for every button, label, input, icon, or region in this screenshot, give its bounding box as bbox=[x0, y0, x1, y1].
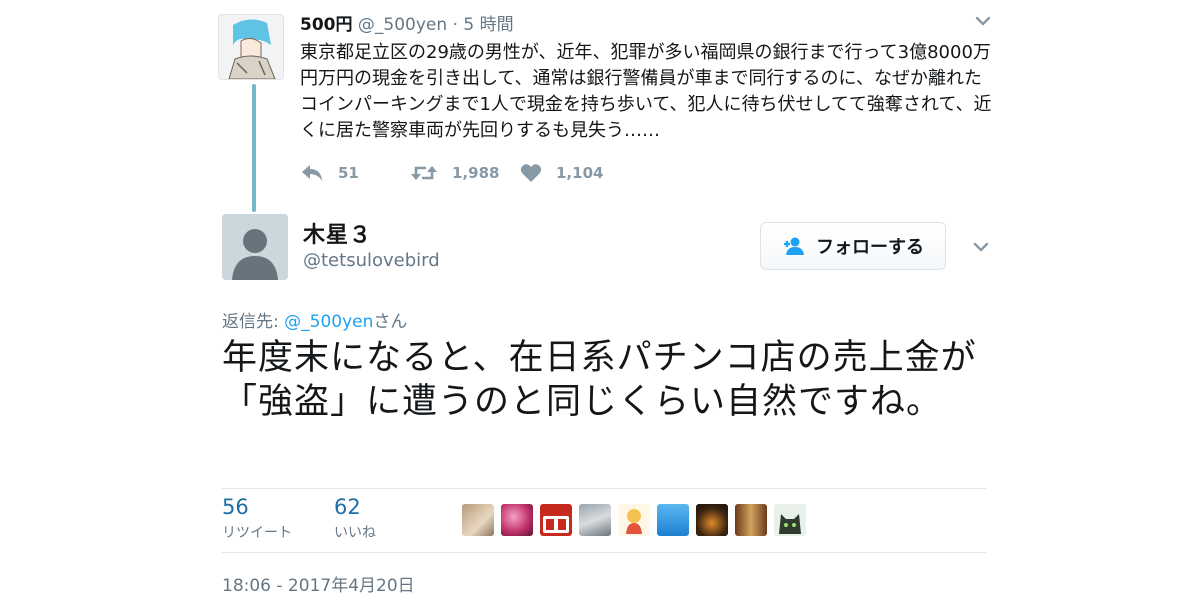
liker-avatar[interactable] bbox=[501, 504, 533, 536]
parent-tweet-text: 東京都足立区の29歳の男性が、近年、犯罪が多い福岡県の銀行まで行って3億8000… bbox=[300, 42, 992, 141]
reply-to-suffix: さん bbox=[373, 312, 408, 332]
like-action[interactable]: 1,104 bbox=[520, 160, 603, 186]
like-stat-label: いいね bbox=[334, 525, 376, 541]
reply-to-line: 返信先: @_500yenさん bbox=[222, 307, 407, 332]
chevron-down-icon bbox=[975, 16, 991, 26]
parent-tweet-time[interactable]: 5 時間 bbox=[463, 15, 513, 35]
retweet-stat-label: リツイート bbox=[222, 525, 292, 541]
liker-avatar[interactable] bbox=[618, 504, 650, 536]
retweet-icon bbox=[411, 166, 437, 180]
liker-avatar[interactable] bbox=[696, 504, 728, 536]
liker-avatar-image bbox=[779, 514, 801, 534]
liker-avatar-image bbox=[626, 509, 642, 534]
reply-icon bbox=[302, 165, 322, 181]
reply-to-prefix: 返信先: bbox=[222, 312, 285, 332]
reply-tweet-text: 年度末になると、在日系パチンコ店の売上金が「強盗」に遭うのと同じくらい自然ですね… bbox=[222, 338, 977, 422]
divider bbox=[222, 488, 986, 489]
liker-avatar[interactable] bbox=[774, 504, 806, 536]
parent-avatar-image bbox=[219, 15, 283, 79]
retweet-stat-count: 56 bbox=[222, 495, 249, 519]
header-separator: · bbox=[452, 15, 458, 35]
reply-timestamp[interactable]: 18:06 - 2017年4月20日 bbox=[222, 571, 415, 596]
default-profile-icon bbox=[222, 214, 288, 280]
liker-avatar[interactable] bbox=[540, 504, 572, 536]
reply-count: 51 bbox=[338, 164, 359, 182]
like-stat-count: 62 bbox=[334, 495, 361, 519]
chevron-down-icon bbox=[973, 242, 989, 252]
reply-author-avatar[interactable] bbox=[222, 214, 288, 280]
retweet-count: 1,988 bbox=[452, 164, 500, 182]
thread-connector-line bbox=[252, 84, 256, 212]
follow-button[interactable]: フォローする bbox=[760, 222, 946, 270]
reply-to-mention[interactable]: @_500yen bbox=[284, 312, 373, 332]
liker-avatar[interactable] bbox=[462, 504, 494, 536]
liker-avatar[interactable] bbox=[657, 504, 689, 536]
parent-author-name[interactable]: 500円 bbox=[300, 15, 353, 35]
reply-author-handle[interactable]: @tetsulovebird bbox=[303, 250, 440, 271]
reply-author-name[interactable]: 木星３ bbox=[303, 217, 372, 249]
heart-icon bbox=[520, 164, 542, 182]
retweet-action[interactable]: 1,988 bbox=[410, 160, 499, 186]
divider bbox=[222, 552, 986, 553]
reply-tweet-menu[interactable] bbox=[970, 238, 992, 256]
liker-avatars bbox=[462, 504, 806, 536]
parent-author-handle[interactable]: @_500yen bbox=[358, 15, 447, 35]
liker-avatar[interactable] bbox=[579, 504, 611, 536]
follow-button-label: フォローする bbox=[816, 237, 924, 258]
parent-tweet-header: 500円 @_500yen · 5 時間 bbox=[300, 10, 514, 35]
liker-avatar[interactable] bbox=[735, 504, 767, 536]
add-user-icon bbox=[784, 237, 804, 255]
like-stat[interactable]: 62 いいね bbox=[334, 494, 376, 542]
retweet-stat[interactable]: 56 リツイート bbox=[222, 494, 292, 542]
like-count: 1,104 bbox=[556, 164, 604, 182]
liker-avatar-image bbox=[543, 516, 569, 533]
parent-tweet-menu[interactable] bbox=[972, 12, 994, 30]
parent-avatar[interactable] bbox=[218, 14, 284, 80]
reply-action[interactable]: 51 bbox=[300, 160, 359, 186]
